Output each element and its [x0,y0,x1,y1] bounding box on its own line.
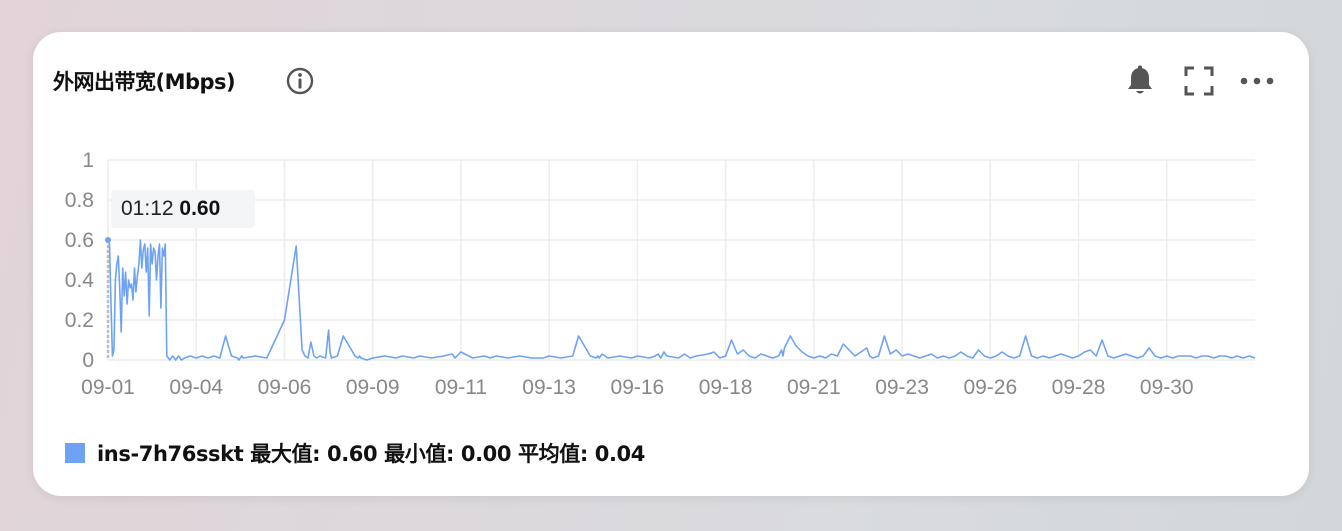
chart-tooltip: 01:12 0.60 [111,190,255,228]
legend-color-swatch [65,443,85,463]
x-tick-label: 09-13 [522,376,576,399]
y-tick-label: 0.6 [65,229,94,252]
x-tick-label: 09-18 [699,376,753,399]
legend-series-name: ins-7h76sskt [97,442,244,466]
y-tick-label: 0 [82,349,94,372]
chart-legend[interactable]: ins-7h76sskt 最大值: 0.60 最小值: 0.00 平均值: 0.… [65,436,645,470]
bandwidth-panel: 外网出带宽(Mbps) 1 0.8 0.6 0.4 0.2 0 09-01 09-04 09-0… [33,32,1309,496]
y-tick-label: 0.4 [65,269,95,292]
legend-avg-value: 0.04 [594,442,646,466]
bandwidth-line-chart: 1 0.8 0.6 0.4 0.2 0 09-01 09-04 09-06 09-09 09-11 0… [65,149,1256,399]
x-tick-label: 09-11 [435,376,487,399]
hover-point [105,237,111,243]
x-tick-label: 09-09 [346,376,400,399]
series-line [107,239,1256,361]
x-tick-label: 09-04 [169,376,223,399]
legend-max-value: 0.60 [327,442,378,466]
x-tick-label: 09-26 [963,376,1017,399]
x-tick-label: 09-01 [81,376,135,399]
y-tick-label: 0.2 [65,309,94,332]
tooltip-time: 01:12 [121,197,174,220]
x-tick-label: 09-28 [1052,376,1106,399]
x-tick-label: 09-23 [875,376,929,399]
legend-max-label: 最大值: [250,442,321,466]
tooltip-value: 0.60 [179,197,221,220]
legend-min-label: 最小值: [384,442,454,466]
legend-avg-label: 平均值: [518,442,588,466]
y-tick-label: 0.8 [65,189,94,212]
y-tick-label: 1 [82,149,94,172]
x-tick-label: 09-21 [787,376,841,399]
x-tick-label: 09-06 [258,376,312,399]
legend-min-value: 0.00 [460,442,512,466]
x-tick-label: 09-16 [611,376,665,399]
x-tick-label: 09-30 [1140,376,1194,399]
